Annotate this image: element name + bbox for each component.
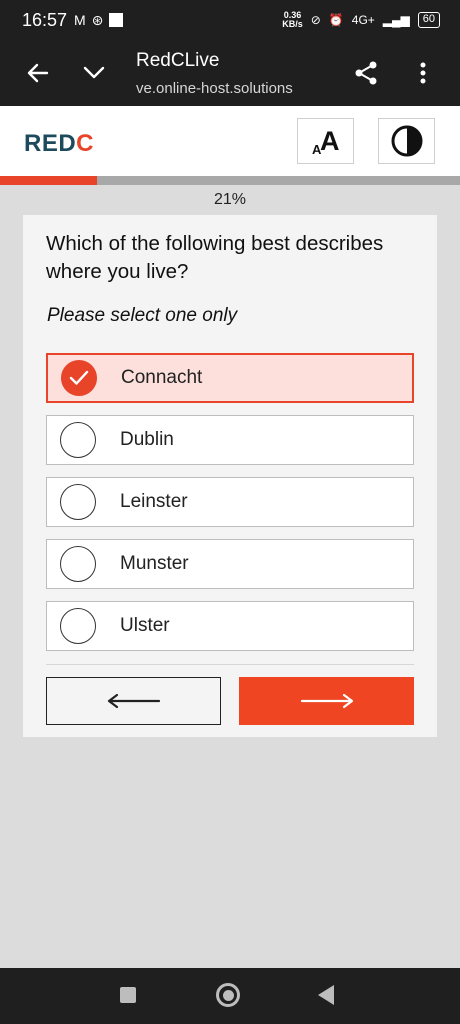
browser-minimize-button[interactable] (74, 53, 114, 93)
divider (46, 664, 414, 665)
browser-back-button[interactable] (18, 53, 58, 93)
share-icon (355, 61, 377, 85)
option-label: Connacht (121, 367, 203, 388)
option-dublin[interactable]: Dublin (46, 415, 414, 465)
radio-checked-icon (61, 360, 97, 396)
cast-icon: ⊛ (91, 12, 104, 28)
status-time: 16:57 (22, 10, 68, 30)
signal-icon: ▂▄▆ (382, 13, 410, 27)
link-icon: ⊘ (310, 13, 321, 27)
arrow-right-icon (300, 693, 353, 709)
alarm-off-icon: ⏰ (328, 13, 344, 27)
arrow-left-icon (27, 63, 49, 83)
browser-menu-button[interactable] (403, 53, 443, 93)
option-label: Leinster (120, 491, 188, 512)
option-label: Ulster (120, 615, 170, 636)
progress-label: 21% (213, 191, 247, 208)
battery-icon: 60 (417, 12, 440, 28)
notification-square-icon (109, 13, 124, 27)
progress-fill (0, 176, 97, 185)
svg-text:A: A (320, 126, 340, 156)
check-icon (69, 370, 89, 385)
radio-unchecked-icon (60, 484, 96, 520)
status-right-icons: 0.36 KB/s ⊘ ⏰ 4G+ ▂▄▆ 60 (282, 11, 440, 29)
option-munster[interactable]: Munster (46, 539, 414, 589)
redc-logo: RED C (24, 130, 95, 157)
question-text: Which of the following best describes wh… (46, 232, 384, 283)
gmail-icon: M (74, 12, 86, 28)
more-vertical-icon (420, 62, 426, 84)
text-size-button[interactable]: A A (297, 118, 354, 164)
previous-button[interactable] (46, 677, 221, 725)
question-card: Which of the following best describes wh… (23, 215, 437, 737)
question-hint: Please select one only (47, 305, 238, 326)
home-button[interactable] (216, 983, 240, 1007)
android-nav-bar (0, 968, 460, 1024)
system-back-button[interactable] (318, 985, 334, 1005)
radio-unchecked-icon (60, 422, 96, 458)
text-size-icon: A A (312, 126, 340, 157)
option-ulster[interactable]: Ulster (46, 601, 414, 651)
page-url[interactable]: ve.online-host.solutions (136, 80, 293, 97)
recent-apps-button[interactable] (120, 987, 136, 1003)
page-title: RedCLive (136, 50, 220, 71)
app-header: RED C A A (0, 106, 460, 176)
network-type: 4G+ (351, 13, 375, 27)
radio-unchecked-icon (60, 608, 96, 644)
status-notification-icons: M ⊛ (74, 11, 124, 29)
option-label: Dublin (120, 429, 174, 450)
share-button[interactable] (346, 53, 386, 93)
progress-bar (0, 176, 460, 185)
browser-toolbar: RedCLive ve.online-host.solutions (0, 40, 460, 106)
radio-unchecked-icon (60, 546, 96, 582)
option-connacht[interactable]: Connacht (46, 353, 414, 403)
chevron-down-icon (83, 66, 105, 79)
option-label: Munster (120, 553, 189, 574)
arrow-left-icon (107, 693, 160, 709)
option-leinster[interactable]: Leinster (46, 477, 414, 527)
home-icon (222, 989, 234, 1001)
network-speed: 0.36 KB/s (282, 10, 303, 29)
status-bar: 16:57 M ⊛ 0.36 KB/s ⊘ ⏰ 4G+ ▂▄▆ 60 (0, 0, 460, 40)
contrast-icon (391, 125, 422, 157)
contrast-button[interactable] (378, 118, 435, 164)
next-button[interactable] (239, 677, 414, 725)
